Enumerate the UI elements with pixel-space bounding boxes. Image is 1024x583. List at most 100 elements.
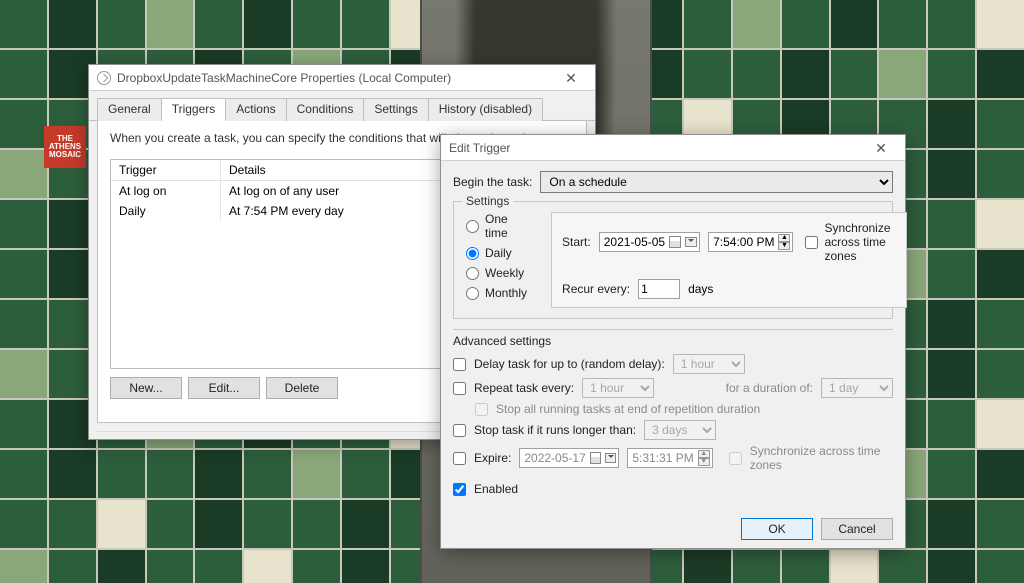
new-button[interactable]: New... bbox=[110, 377, 182, 399]
edit-trigger-dialog: Edit Trigger ✕ Begin the task: On a sche… bbox=[440, 134, 906, 549]
wallpaper-tile bbox=[0, 350, 47, 398]
wallpaper-tile bbox=[0, 250, 47, 298]
wallpaper-tile bbox=[0, 150, 47, 198]
wallpaper-tile bbox=[977, 500, 1024, 548]
radio-daily[interactable]: Daily bbox=[466, 246, 527, 260]
expire-sync-checkbox bbox=[729, 452, 742, 465]
wallpaper-tile bbox=[733, 0, 780, 48]
repeat-select[interactable]: 1 hour bbox=[582, 378, 654, 398]
wallpaper-tile bbox=[0, 300, 47, 348]
tab-conditions[interactable]: Conditions bbox=[286, 98, 365, 121]
close-button[interactable]: ✕ bbox=[555, 68, 587, 88]
schedule-panel: Start: 2021-05-05 7:54:00 PM ▲▼ Synchron… bbox=[551, 212, 907, 308]
wallpaper-tile bbox=[244, 0, 291, 48]
wallpaper-tile bbox=[977, 400, 1024, 448]
tab-settings[interactable]: Settings bbox=[363, 98, 428, 121]
delay-select[interactable]: 1 hour bbox=[673, 354, 745, 374]
delete-button[interactable]: Delete bbox=[266, 377, 338, 399]
delay-label: Delay task for up to (random delay): bbox=[474, 357, 665, 371]
wallpaper-tile bbox=[342, 0, 389, 48]
spinner-icon[interactable]: ▲▼ bbox=[778, 234, 790, 250]
titlebar[interactable]: Edit Trigger ✕ bbox=[441, 135, 905, 161]
expire-checkbox[interactable] bbox=[453, 452, 466, 465]
radio-monthly[interactable]: Monthly bbox=[466, 286, 527, 300]
wallpaper-tile bbox=[49, 450, 96, 498]
window-title: DropboxUpdateTaskMachineCore Properties … bbox=[117, 71, 451, 85]
wallpaper-tile bbox=[977, 200, 1024, 248]
sync-tz-checkbox[interactable]: Synchronize across time zones bbox=[805, 221, 895, 263]
expire-sync-label: Synchronize across time zones bbox=[750, 444, 893, 472]
begin-task-select[interactable]: On a schedule bbox=[540, 171, 893, 193]
recur-label: Recur every: bbox=[562, 282, 630, 296]
wallpaper-tile bbox=[977, 550, 1024, 583]
advanced-label: Advanced settings bbox=[453, 334, 893, 348]
wallpaper-tile bbox=[342, 500, 389, 548]
ok-button[interactable]: OK bbox=[741, 518, 813, 540]
radio-weekly[interactable]: Weekly bbox=[466, 266, 527, 280]
app-icon bbox=[97, 71, 111, 85]
col-trigger[interactable]: Trigger bbox=[111, 160, 221, 180]
wallpaper-tile bbox=[733, 550, 780, 583]
duration-select[interactable]: 1 day bbox=[821, 378, 893, 398]
wallpaper-tile bbox=[977, 350, 1024, 398]
wallpaper-tile bbox=[244, 500, 291, 548]
wallpaper-tile bbox=[977, 0, 1024, 48]
settings-group-title: Settings bbox=[462, 194, 513, 208]
repeat-checkbox[interactable] bbox=[453, 382, 466, 395]
wallpaper-tile bbox=[977, 100, 1024, 148]
wallpaper-tile bbox=[195, 0, 242, 48]
wallpaper-tile bbox=[147, 0, 194, 48]
begin-task-label: Begin the task: bbox=[453, 175, 532, 189]
start-label: Start: bbox=[562, 235, 591, 249]
wallpaper-tile bbox=[977, 450, 1024, 498]
tab-actions[interactable]: Actions bbox=[225, 98, 286, 121]
wallpaper-tile bbox=[684, 550, 731, 583]
wallpaper-tile bbox=[0, 0, 47, 48]
repeat-label: Repeat task every: bbox=[474, 381, 574, 395]
recur-value-field[interactable] bbox=[638, 279, 680, 299]
wallpaper-tile bbox=[195, 500, 242, 548]
chevron-down-icon[interactable] bbox=[685, 237, 697, 247]
start-date-field[interactable]: 2021-05-05 bbox=[599, 232, 700, 252]
titlebar[interactable]: DropboxUpdateTaskMachineCore Properties … bbox=[89, 65, 595, 91]
delay-checkbox[interactable] bbox=[453, 358, 466, 371]
enabled-label: Enabled bbox=[474, 482, 518, 496]
expire-time-field[interactable]: 5:31:31 PM ▲▼ bbox=[627, 448, 712, 468]
wallpaper-tile bbox=[928, 100, 975, 148]
wallpaper-tile bbox=[684, 50, 731, 98]
wallpaper-tile bbox=[98, 0, 145, 48]
wallpaper-tile bbox=[0, 100, 47, 148]
stop-long-checkbox[interactable] bbox=[453, 424, 466, 437]
tab-general[interactable]: General bbox=[97, 98, 162, 121]
wallpaper-tile bbox=[49, 0, 96, 48]
wallpaper-tile bbox=[928, 150, 975, 198]
athens-mosaic-badge: THE ATHENS MOSAIC bbox=[44, 126, 86, 168]
cancel-button[interactable]: Cancel bbox=[821, 518, 893, 540]
wallpaper-tile bbox=[0, 450, 47, 498]
close-button[interactable]: ✕ bbox=[865, 138, 897, 158]
wallpaper-tile bbox=[977, 250, 1024, 298]
enabled-checkbox[interactable] bbox=[453, 483, 466, 496]
wallpaper-tile bbox=[147, 550, 194, 583]
edit-button[interactable]: Edit... bbox=[188, 377, 260, 399]
settings-group: Settings One time Daily Weekly Monthly S… bbox=[453, 201, 893, 319]
wallpaper-tile bbox=[49, 550, 96, 583]
expire-date-field[interactable]: 2022-05-17 bbox=[519, 448, 619, 468]
start-time-field[interactable]: 7:54:00 PM ▲▼ bbox=[708, 232, 793, 252]
tab-history[interactable]: History (disabled) bbox=[428, 98, 543, 121]
wallpaper-tile bbox=[195, 550, 242, 583]
wallpaper-tile bbox=[293, 500, 340, 548]
spinner-icon: ▲▼ bbox=[698, 450, 710, 466]
tab-triggers[interactable]: Triggers bbox=[161, 98, 227, 121]
stop-long-label: Stop task if it runs longer than: bbox=[474, 423, 636, 437]
stop-long-select[interactable]: 3 days bbox=[644, 420, 716, 440]
wallpaper-tile bbox=[0, 200, 47, 248]
close-icon: ✕ bbox=[565, 71, 577, 85]
calendar-icon[interactable] bbox=[669, 236, 681, 248]
wallpaper-tile bbox=[0, 500, 47, 548]
wallpaper-tile bbox=[928, 250, 975, 298]
cell-trigger: Daily bbox=[111, 201, 221, 221]
wallpaper-tile bbox=[293, 0, 340, 48]
wallpaper-tile bbox=[928, 500, 975, 548]
radio-onetime[interactable]: One time bbox=[466, 212, 527, 240]
